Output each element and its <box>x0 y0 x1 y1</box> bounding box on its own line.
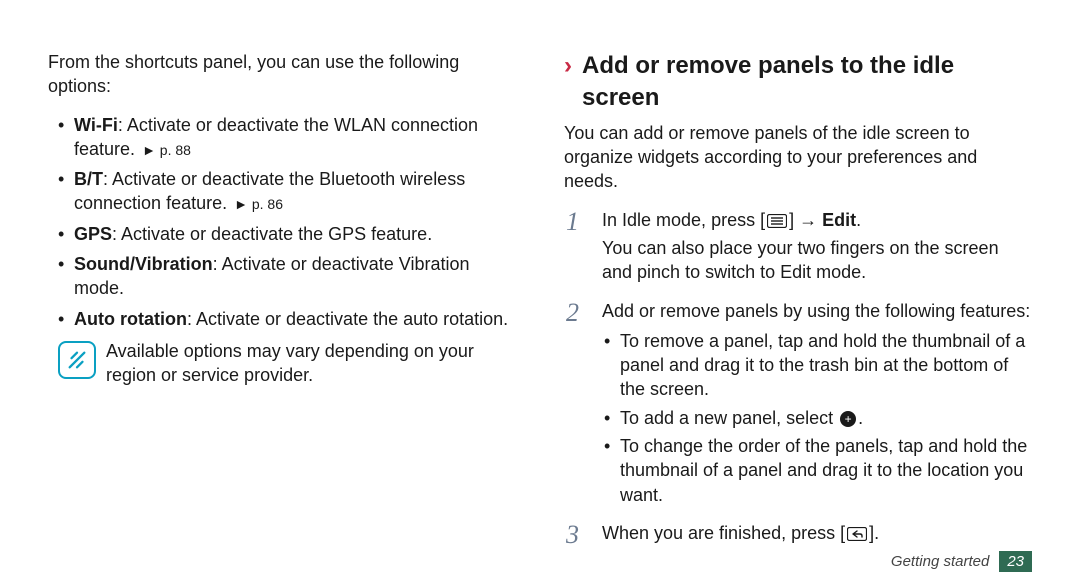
option-desc: : Activate or deactivate the WLAN connec… <box>74 115 478 159</box>
page-footer: Getting started 23 <box>891 551 1032 572</box>
sub-text: To add a new panel, select <box>620 408 838 428</box>
step1-text-post: ] → <box>789 210 822 230</box>
back-icon <box>847 527 867 541</box>
option-label: Auto rotation <box>74 309 187 329</box>
section-heading: › Add or remove panels to the idle scree… <box>564 50 1032 115</box>
page-number: 23 <box>999 551 1032 572</box>
step1-period: . <box>856 210 861 230</box>
sub-suffix: . <box>858 408 863 428</box>
step3-text-post: ]. <box>869 523 879 543</box>
list-item: To add a new panel, select +. <box>602 406 1032 430</box>
left-intro: From the shortcuts panel, you can use th… <box>48 50 516 99</box>
menu-icon <box>767 214 787 228</box>
step-2: Add or remove panels by using the follow… <box>564 299 1032 507</box>
chevron-right-icon: › <box>564 54 572 78</box>
list-item: Wi-Fi: Activate or deactivate the WLAN c… <box>48 113 516 162</box>
step-3: When you are finished, press [ ]. <box>564 521 1032 545</box>
manual-page: From the shortcuts panel, you can use th… <box>0 0 1080 586</box>
list-item: To remove a panel, tap and hold the thum… <box>602 329 1032 402</box>
step1-edit-label: Edit <box>822 210 856 230</box>
list-item: Auto rotation: Activate or deactivate th… <box>48 307 516 331</box>
option-desc: : Activate or deactivate the auto rotati… <box>187 309 508 329</box>
option-label: B/T <box>74 169 103 189</box>
left-column: From the shortcuts panel, you can use th… <box>48 50 516 586</box>
right-intro: You can add or remove panels of the idle… <box>564 121 1032 194</box>
list-item: Sound/Vibration: Activate or deactivate … <box>48 252 516 301</box>
page-ref: ► p. 88 <box>142 142 191 158</box>
list-item: To change the order of the panels, tap a… <box>602 434 1032 507</box>
list-item: GPS: Activate or deactivate the GPS feat… <box>48 222 516 246</box>
plus-circle-icon: + <box>840 411 856 427</box>
option-label: Wi-Fi <box>74 115 118 135</box>
shortcut-options-list: Wi-Fi: Activate or deactivate the WLAN c… <box>48 113 516 331</box>
step3-text-pre: When you are finished, press [ <box>602 523 845 543</box>
step-1: In Idle mode, press [ ] → Edit. You can … <box>564 208 1032 285</box>
list-item: B/T: Activate or deactivate the Bluetoot… <box>48 167 516 216</box>
heading-text: Add or remove panels to the idle screen <box>582 50 1032 115</box>
option-label: Sound/Vibration <box>74 254 213 274</box>
note-block: Available options may vary depending on … <box>48 339 516 388</box>
info-icon <box>58 341 96 379</box>
step2-sub-list: To remove a panel, tap and hold the thum… <box>602 329 1032 507</box>
step1-extra: You can also place your two fingers on t… <box>602 236 1032 285</box>
step1-text-pre: In Idle mode, press [ <box>602 210 765 230</box>
option-desc: : Activate or deactivate the GPS feature… <box>112 224 432 244</box>
note-text: Available options may vary depending on … <box>106 339 516 388</box>
right-column: › Add or remove panels to the idle scree… <box>564 50 1032 586</box>
page-ref: ► p. 86 <box>234 196 283 212</box>
footer-section: Getting started <box>891 553 989 570</box>
step2-intro: Add or remove panels by using the follow… <box>602 301 1030 321</box>
steps-list: In Idle mode, press [ ] → Edit. You can … <box>564 208 1032 546</box>
option-label: GPS <box>74 224 112 244</box>
